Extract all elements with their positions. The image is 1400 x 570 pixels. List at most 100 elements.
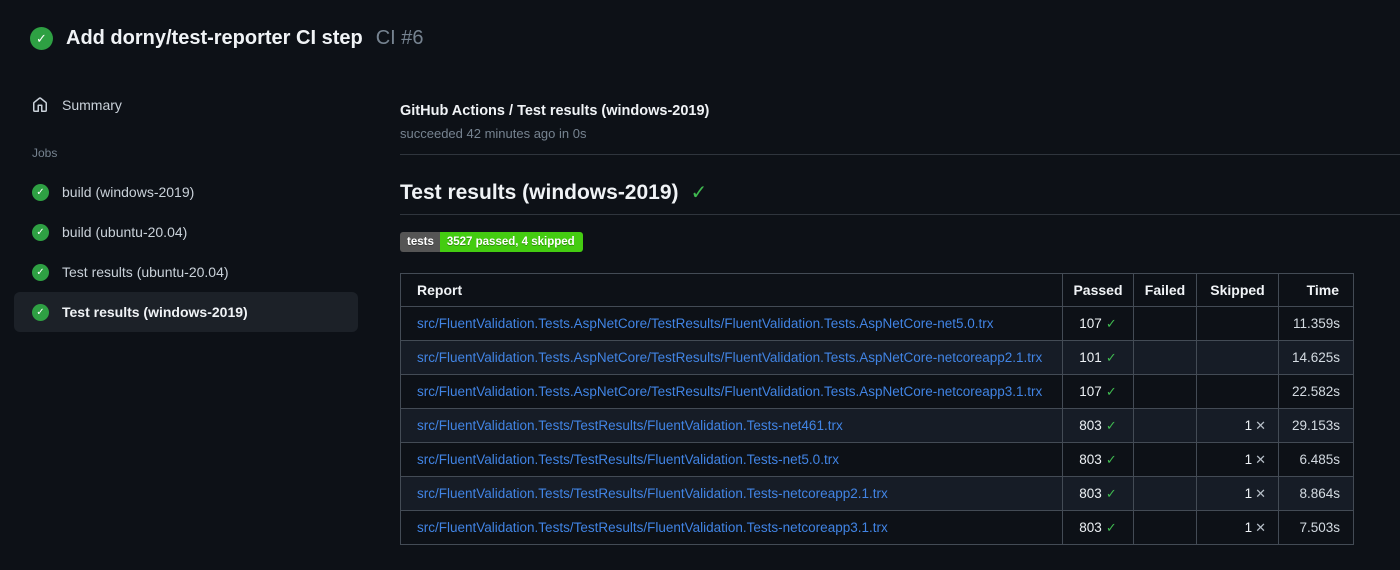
report-link[interactable]: src/FluentValidation.Tests/TestResults/F… (417, 486, 888, 501)
sidebar: Summary Jobs ✓ build (windows-2019) ✓ build… (14, 87, 358, 332)
passed-count: 803 (1079, 451, 1102, 467)
jobs-list: ✓ build (windows-2019) ✓ build (ubuntu-20.0… (14, 172, 358, 332)
success-check-icon: ✓ (690, 182, 708, 204)
report-link[interactable]: src/FluentValidation.Tests.AspNetCore/Te… (417, 384, 1042, 399)
summary-label: Summary (62, 97, 122, 113)
success-check-icon: ✓ (30, 27, 53, 50)
report-cell: src/FluentValidation.Tests/TestResults/F… (400, 442, 1063, 477)
table-row: src/FluentValidation.Tests.AspNetCore/Te… (400, 374, 1354, 409)
skipped-count: 1 (1244, 451, 1253, 467)
report-cell: src/FluentValidation.Tests.AspNetCore/Te… (400, 306, 1063, 341)
passed-cell: 107 ✓ (1062, 306, 1134, 341)
report-link[interactable]: src/FluentValidation.Tests/TestResults/F… (417, 418, 843, 433)
time-cell: 6.485s (1278, 442, 1354, 477)
passed-count: 107 (1079, 315, 1102, 331)
cross-icon: ✕ (1255, 519, 1266, 535)
check-icon: ✓ (1105, 417, 1117, 433)
success-check-icon: ✓ (32, 263, 49, 281)
report-link[interactable]: src/FluentValidation.Tests/TestResults/F… (417, 520, 888, 535)
passed-count: 101 (1079, 349, 1102, 365)
failed-cell (1133, 306, 1197, 341)
table-row: src/FluentValidation.Tests.AspNetCore/Te… (400, 306, 1354, 341)
run-header: ✓ Add dorny/test-reporter CI step CI #6 (30, 27, 424, 50)
report-link[interactable]: src/FluentValidation.Tests.AspNetCore/Te… (417, 350, 1042, 365)
main-content: GitHub Actions / Test results (windows-2… (400, 0, 1400, 545)
divider (400, 214, 1400, 215)
sidebar-item-test-results-windows-2019[interactable]: ✓ Test results (windows-2019) (14, 292, 358, 332)
column-header-failed: Failed (1133, 273, 1197, 307)
job-label: Test results (ubuntu-20.04) (62, 264, 229, 280)
passed-cell: 803 ✓ (1062, 408, 1134, 443)
sidebar-item-summary[interactable]: Summary (14, 87, 358, 123)
report-link[interactable]: src/FluentValidation.Tests/TestResults/F… (417, 452, 839, 467)
passed-count: 107 (1079, 383, 1102, 399)
report-link[interactable]: src/FluentValidation.Tests.AspNetCore/Te… (417, 316, 994, 331)
skipped-cell (1196, 340, 1279, 375)
job-label: build (ubuntu-20.04) (62, 224, 188, 240)
cross-icon: ✕ (1255, 417, 1266, 433)
table-row: src/FluentValidation.Tests/TestResults/F… (400, 408, 1354, 443)
column-header-time: Time (1278, 273, 1354, 307)
sidebar-item-test-results-ubuntu-20.04[interactable]: ✓ Test results (ubuntu-20.04) (14, 252, 358, 292)
skipped-cell: 1 ✕ (1196, 510, 1279, 545)
column-header-report: Report (400, 273, 1063, 307)
column-header-skipped: Skipped (1196, 273, 1279, 307)
job-label: Test results (windows-2019) (62, 304, 248, 320)
section-title: Test results (windows-2019) (400, 180, 679, 204)
report-cell: src/FluentValidation.Tests/TestResults/F… (400, 510, 1063, 545)
check-icon: ✓ (1105, 451, 1117, 467)
home-icon (33, 97, 47, 112)
passed-count: 803 (1079, 519, 1102, 535)
report-cell: src/FluentValidation.Tests.AspNetCore/Te… (400, 374, 1063, 409)
passed-cell: 803 ✓ (1062, 476, 1134, 511)
sidebar-item-build-windows-2019[interactable]: ✓ build (windows-2019) (14, 172, 358, 212)
skipped-cell (1196, 306, 1279, 341)
skipped-count: 1 (1244, 417, 1253, 433)
success-check-icon: ✓ (32, 183, 49, 201)
tests-badge-label: tests (400, 232, 440, 252)
cross-icon: ✕ (1255, 451, 1266, 467)
skipped-count: 1 (1244, 519, 1253, 535)
tests-badge: tests 3527 passed, 4 skipped (400, 232, 583, 252)
report-cell: src/FluentValidation.Tests/TestResults/F… (400, 476, 1063, 511)
skipped-cell: 1 ✕ (1196, 476, 1279, 511)
passed-cell: 803 ✓ (1062, 510, 1134, 545)
time-cell: 29.153s (1278, 408, 1354, 443)
failed-cell (1133, 510, 1197, 545)
success-check-icon: ✓ (32, 223, 49, 241)
table-header-row: Report Passed Failed Skipped Time (400, 273, 1354, 307)
time-cell: 14.625s (1278, 340, 1354, 375)
jobs-section-label: Jobs (32, 146, 58, 160)
tests-badge-value: 3527 passed, 4 skipped (439, 232, 583, 252)
time-cell: 22.582s (1278, 374, 1354, 409)
failed-cell (1133, 340, 1197, 375)
skipped-cell: 1 ✕ (1196, 442, 1279, 477)
skipped-cell (1196, 374, 1279, 409)
test-results-table: Report Passed Failed Skipped Time src/Fl… (400, 273, 1354, 545)
passed-cell: 107 ✓ (1062, 374, 1134, 409)
passed-cell: 803 ✓ (1062, 442, 1134, 477)
failed-cell (1133, 374, 1197, 409)
skipped-count: 1 (1244, 485, 1253, 501)
check-run-status: succeeded 42 minutes ago in 0s (400, 126, 587, 141)
passed-count: 803 (1079, 417, 1102, 433)
section-title-row: Test results (windows-2019) ✓ (400, 180, 1400, 205)
check-icon: ✓ (1105, 349, 1117, 365)
check-icon: ✓ (1105, 485, 1117, 501)
column-header-passed: Passed (1062, 273, 1134, 307)
check-icon: ✓ (1105, 315, 1117, 331)
table-row: src/FluentValidation.Tests/TestResults/F… (400, 442, 1354, 477)
time-cell: 8.864s (1278, 476, 1354, 511)
run-title: Add dorny/test-reporter CI step (66, 27, 363, 49)
table-row: src/FluentValidation.Tests/TestResults/F… (400, 476, 1354, 511)
divider (400, 154, 1400, 155)
failed-cell (1133, 442, 1197, 477)
check-icon: ✓ (1105, 383, 1117, 399)
sidebar-item-build-ubuntu-20.04[interactable]: ✓ build (ubuntu-20.04) (14, 212, 358, 252)
table-row: src/FluentValidation.Tests/TestResults/F… (400, 510, 1354, 545)
time-cell: 7.503s (1278, 510, 1354, 545)
check-icon: ✓ (1105, 519, 1117, 535)
failed-cell (1133, 476, 1197, 511)
time-cell: 11.359s (1278, 306, 1354, 341)
failed-cell (1133, 408, 1197, 443)
